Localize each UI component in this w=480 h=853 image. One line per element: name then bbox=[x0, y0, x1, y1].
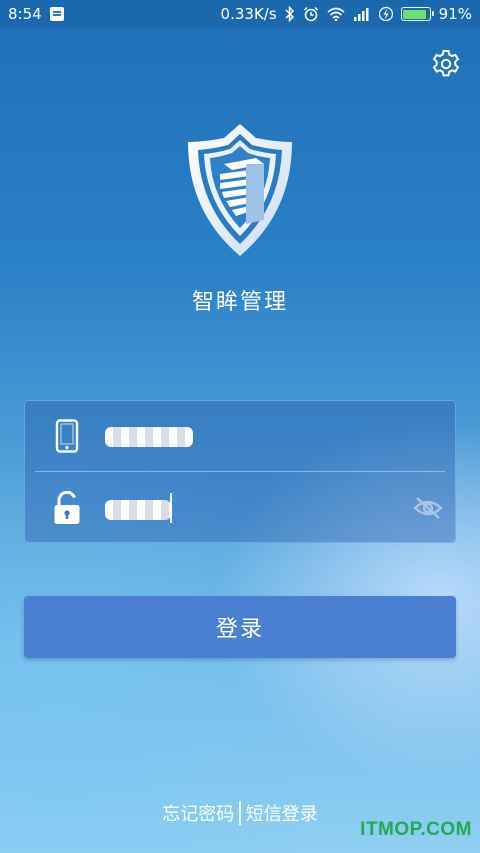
watermark: ITMOP.COM bbox=[360, 819, 472, 840]
password-row bbox=[25, 473, 455, 543]
status-right: 0.33K/s 91% bbox=[221, 5, 472, 23]
signal-icon bbox=[353, 8, 369, 21]
forgot-password-link[interactable]: 忘记密码 bbox=[162, 800, 234, 826]
battery-fill bbox=[403, 9, 426, 19]
login-form bbox=[24, 400, 456, 543]
username-row bbox=[25, 401, 455, 471]
app-title: 智眸管理 bbox=[191, 290, 288, 315]
gear-icon[interactable] bbox=[430, 48, 462, 80]
link-separator bbox=[239, 801, 241, 825]
shield-building-logo bbox=[188, 124, 292, 256]
wifi-icon bbox=[327, 7, 345, 21]
text-cursor bbox=[170, 493, 172, 523]
status-left: 8:54 bbox=[8, 5, 64, 23]
username-input[interactable] bbox=[105, 427, 193, 447]
battery-icon bbox=[400, 7, 434, 21]
status-bar: 8:54 0.33K/s 91% bbox=[0, 0, 480, 28]
bluetooth-icon bbox=[285, 6, 294, 22]
password-input[interactable] bbox=[105, 500, 171, 520]
field-divider bbox=[35, 471, 445, 472]
sms-login-link[interactable]: 短信登录 bbox=[246, 800, 318, 826]
status-time: 8:54 bbox=[8, 5, 42, 23]
charging-icon bbox=[378, 6, 393, 22]
message-icon bbox=[49, 7, 64, 21]
battery-percent: 91% bbox=[438, 5, 472, 23]
login-button[interactable]: 登录 bbox=[24, 596, 456, 658]
alarm-icon bbox=[303, 6, 318, 22]
phone-icon bbox=[55, 419, 79, 453]
eye-off-icon[interactable] bbox=[413, 496, 443, 520]
net-speed: 0.33K/s bbox=[220, 5, 277, 23]
unlock-icon bbox=[54, 491, 80, 524]
